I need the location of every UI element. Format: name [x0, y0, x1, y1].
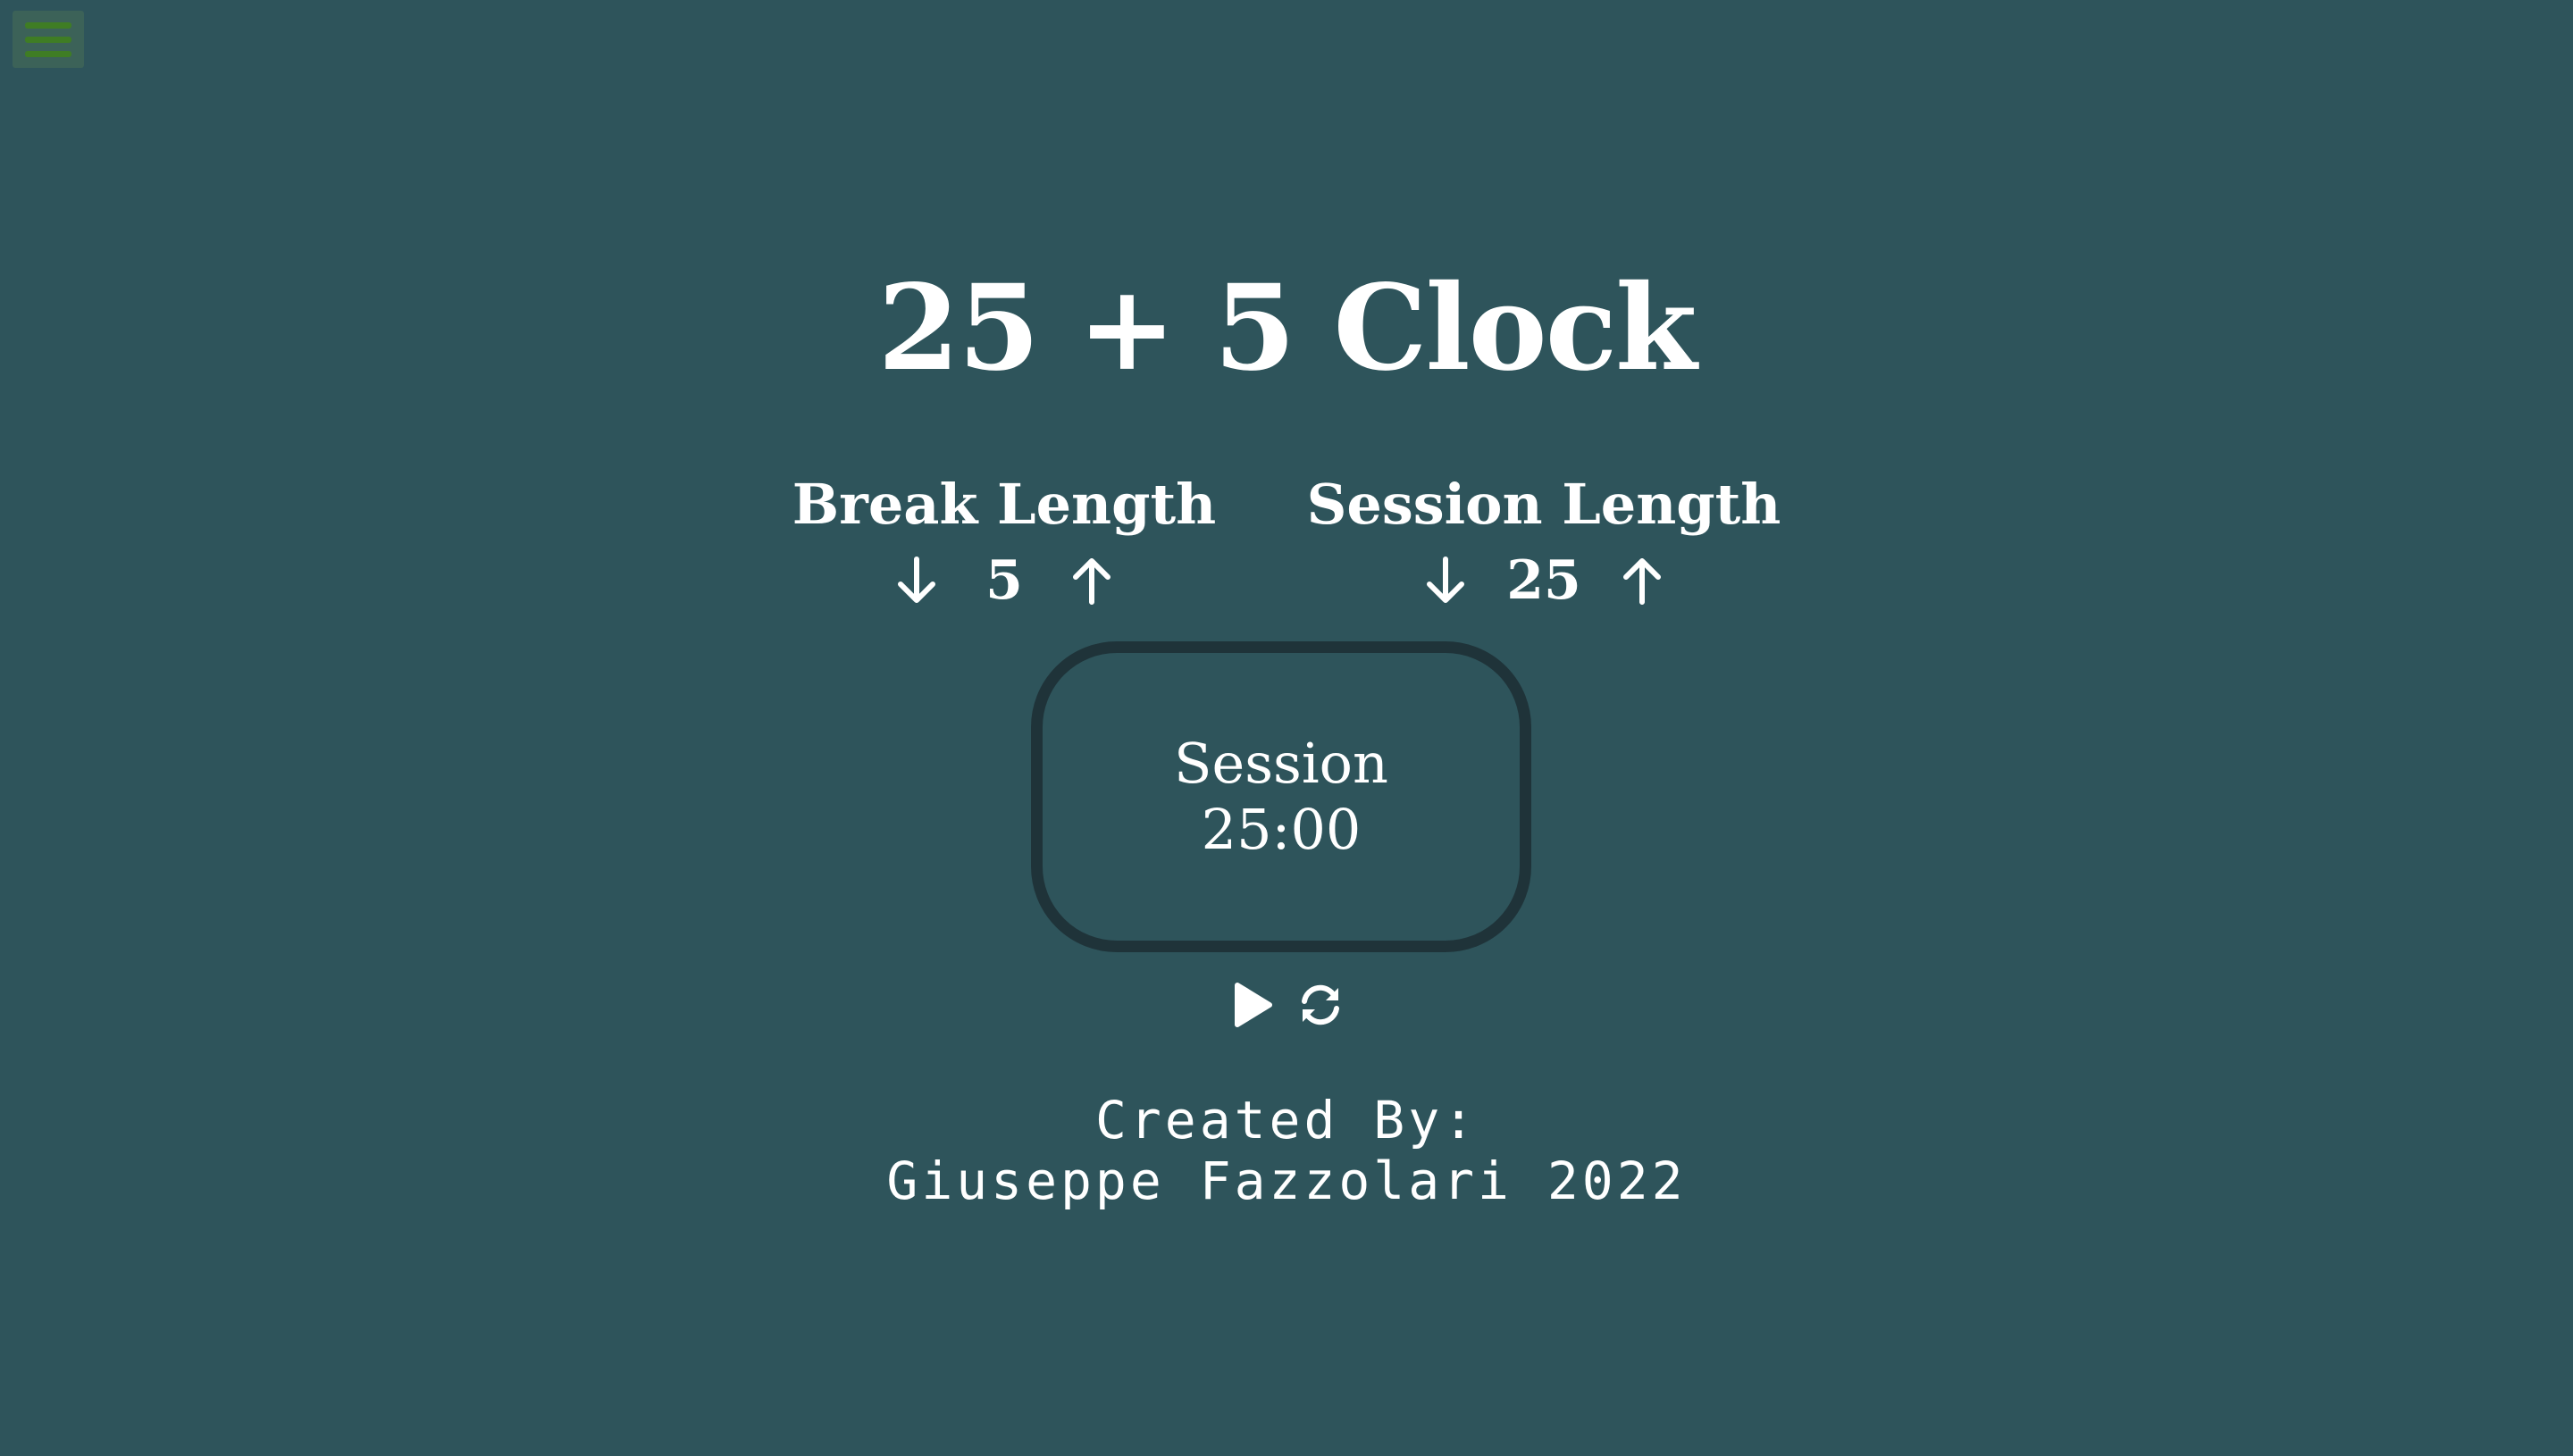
break-length-row: 5 [727, 545, 1281, 616]
time-left: 25:00 [1201, 797, 1362, 862]
break-length-label: Break Length [792, 472, 1217, 537]
play-icon [1235, 983, 1272, 1027]
page-title: 25 + 5 Clock [877, 259, 1697, 397]
arrow-down-icon [1427, 556, 1465, 603]
footer-credits: Created By: Giuseppe Fazzolari 2022 [0, 1090, 2573, 1211]
start-stop-button[interactable] [1228, 978, 1278, 1032]
hamburger-menu-icon-bar [25, 36, 71, 43]
menu-button[interactable] [13, 11, 84, 68]
session-length-value: 25 [1506, 549, 1581, 612]
session-decrement-button[interactable] [1417, 552, 1474, 609]
reset-button[interactable] [1295, 978, 1345, 1032]
break-length-value: 5 [985, 549, 1023, 612]
playback-controls [1224, 974, 1349, 1036]
session-length-row: 25 [1267, 545, 1821, 616]
timer-label: Session [1174, 731, 1388, 796]
footer-created-by: Created By: [1094, 1090, 1479, 1151]
session-increment-button[interactable] [1613, 552, 1671, 609]
session-length-control: Session Length 25 [1267, 464, 1821, 616]
timer-display: Session 25:00 [1031, 641, 1531, 952]
arrow-up-icon [1073, 558, 1110, 605]
refresh-icon [1302, 984, 1339, 1025]
break-length-control: Break Length 5 [727, 464, 1281, 616]
hamburger-menu-icon [25, 21, 71, 29]
break-decrement-button[interactable] [888, 552, 945, 609]
break-increment-button[interactable] [1063, 552, 1120, 609]
session-length-label: Session Length [1306, 472, 1781, 537]
arrow-down-icon [898, 556, 935, 603]
arrow-up-icon [1622, 558, 1661, 605]
footer-author: Giuseppe Fazzolari 2022 [886, 1151, 1687, 1211]
hamburger-menu-icon-bar [25, 50, 71, 57]
